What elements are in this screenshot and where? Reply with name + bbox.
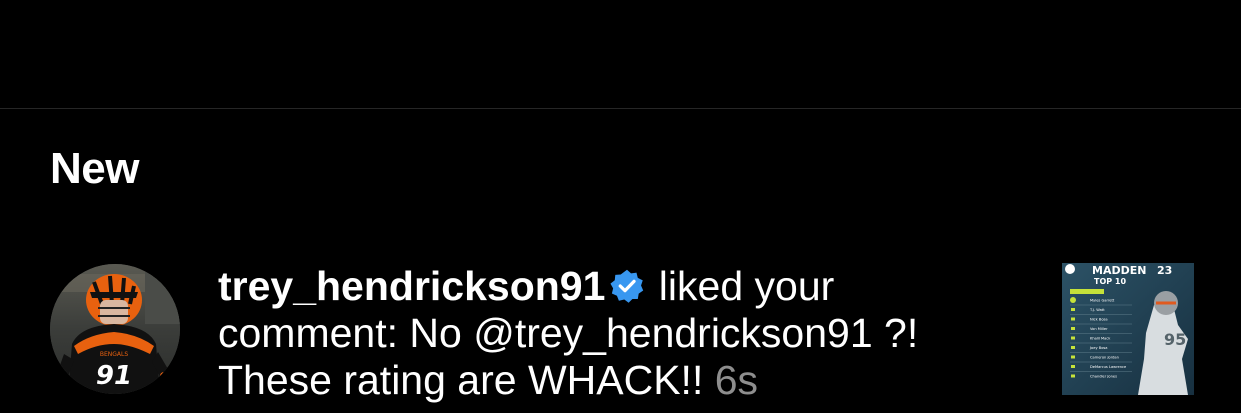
thumb-player-3: Nick Bosa (1090, 318, 1108, 322)
thumb-title: TOP 10 (1094, 277, 1126, 286)
thumb-player-9: Chandler Jones (1090, 375, 1117, 379)
avatar-image: BENGALS 91 (50, 264, 180, 394)
section-title-new: New (50, 144, 139, 193)
notification-row[interactable]: BENGALS 91 trey_hendrickson91 liked your… (0, 255, 1241, 413)
thumb-edition: 23 (1157, 264, 1172, 277)
thumb-player-7: Cameron Jordan (1090, 356, 1119, 360)
thumb-player-4: Von Miller (1090, 327, 1108, 331)
post-thumbnail-image: MADDEN 23 TOP 10 95 Myles Garrett T.J. W… (1062, 263, 1194, 395)
thumb-jersey: 95 (1164, 330, 1186, 349)
avatar-jersey-number: 91 (96, 361, 132, 391)
thumb-player-8: DeMarcus Lawrence (1090, 365, 1127, 369)
header-divider (0, 108, 1241, 109)
avatar[interactable]: BENGALS 91 (50, 264, 180, 394)
top-bar-area (0, 0, 1241, 108)
timestamp: 6s (714, 357, 759, 403)
thumb-player-2: T.J. Watt (1089, 308, 1105, 312)
avatar-team-text: BENGALS (100, 351, 128, 358)
username-link[interactable]: trey_hendrickson91 (218, 263, 605, 309)
thumb-player-5: Khalil Mack (1090, 337, 1111, 341)
verified-badge-icon (610, 269, 644, 303)
notification-text[interactable]: trey_hendrickson91 liked your comment: N… (218, 263, 1018, 404)
thumb-player-6: Joey Bosa (1089, 346, 1107, 350)
thumb-brand: MADDEN (1092, 264, 1146, 277)
post-thumbnail[interactable]: MADDEN 23 TOP 10 95 Myles Garrett T.J. W… (1062, 263, 1194, 395)
thumb-player-1: Myles Garrett (1090, 299, 1115, 303)
